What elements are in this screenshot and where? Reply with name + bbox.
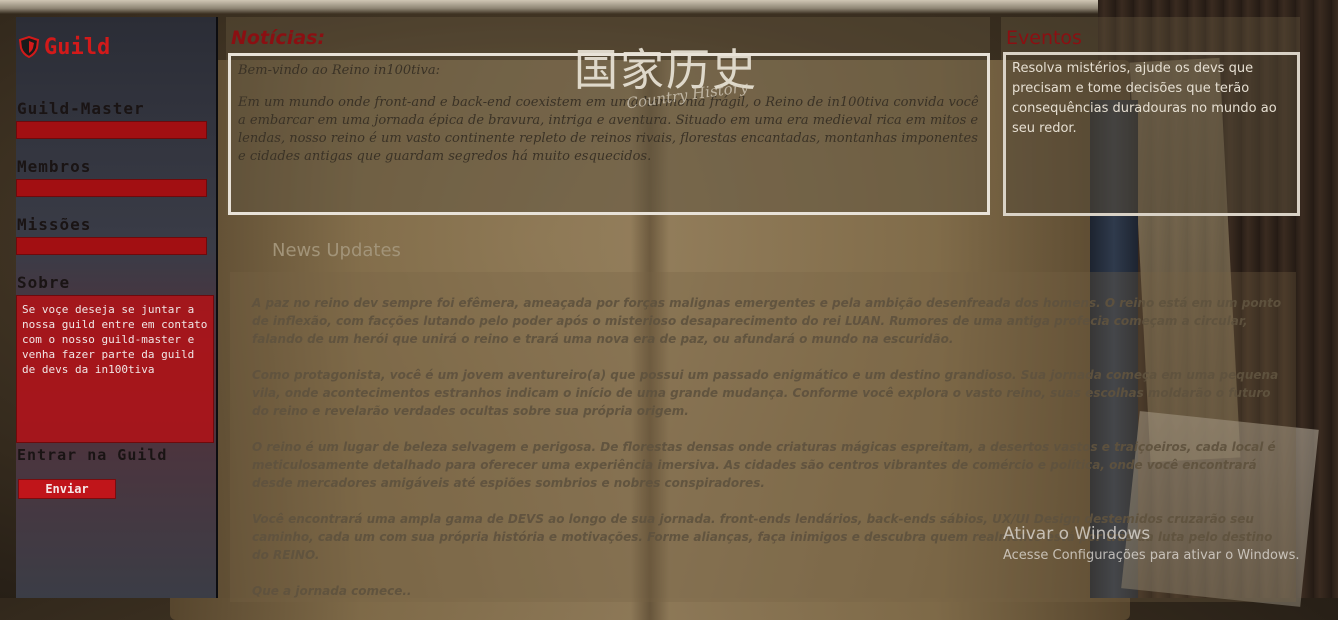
shield-icon [18,36,40,58]
members-field[interactable] [16,179,207,197]
events-heading: Eventos [1006,27,1082,49]
news-body: Em um mundo onde front-and e back-end co… [238,95,979,164]
updates-title: News Updates [272,240,401,261]
updates-paragraph: Como protagonista, você é um jovem avent… [252,368,1279,418]
windows-activation-title: Ativar o Windows [1003,524,1151,544]
about-label: Sobre [17,273,71,292]
guild-title: Guild [18,34,110,60]
guild-title-text: Guild [44,34,111,60]
guild-master-field[interactable] [16,121,207,139]
news-heading: Notícias: [231,27,326,49]
join-guild-label: Entrar na Guild [17,446,168,464]
missions-field[interactable] [16,237,207,255]
updates-paragraph: A paz no reino dev sempre foi efêmera, a… [252,296,1282,346]
members-label: Membros [17,157,92,176]
updates-content: A paz no reino dev sempre foi efêmera, a… [252,294,1282,618]
updates-paragraph: O reino é um lugar de beleza selvagem e … [252,440,1276,490]
missions-label: Missões [17,215,92,234]
send-button[interactable]: Enviar [18,479,116,499]
events-text: Resolva mistérios, ajude os devs que pre… [1003,52,1300,216]
about-text: Se voçe deseja se juntar a nossa guild e… [16,295,214,443]
guild-master-label: Guild-Master [17,99,145,118]
windows-activation-subtitle: Acesse Configurações para ativar o Windo… [1003,548,1300,563]
updates-paragraph: Que a jornada comece.. [252,584,412,598]
